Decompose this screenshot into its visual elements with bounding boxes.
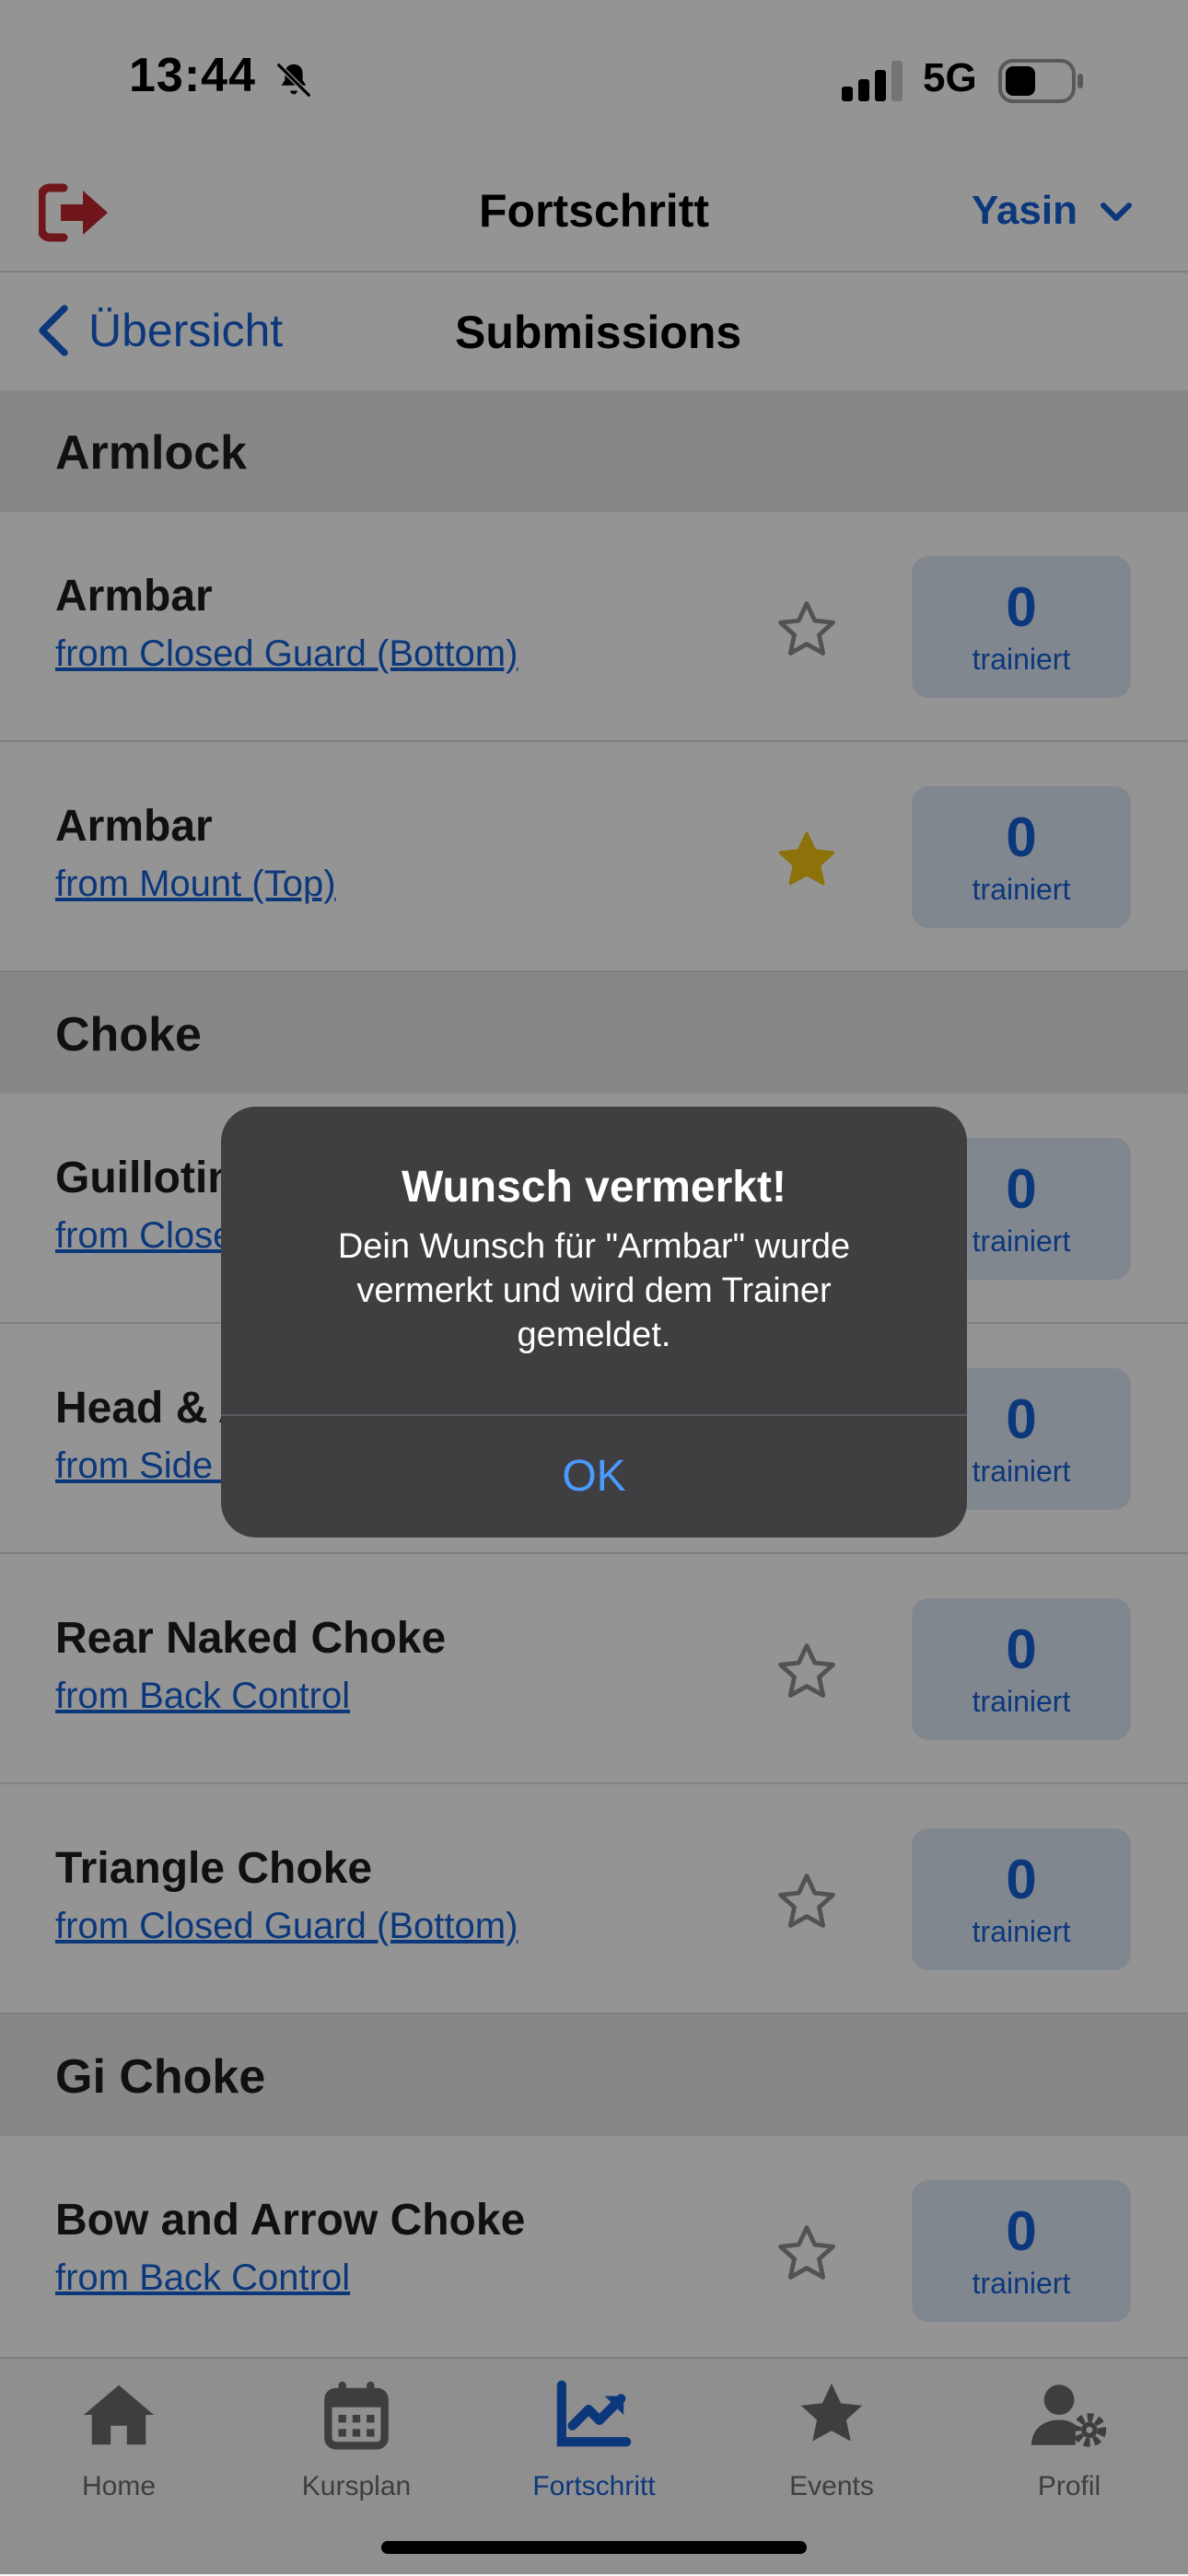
ok-button[interactable]: OK <box>221 1416 967 1537</box>
home-indicator <box>381 2541 807 2554</box>
alert-message: Dein Wunsch für "Armbar" wurde vermerkt … <box>337 1227 851 1354</box>
alert-title: Wunsch vermerkt! <box>402 1163 786 1212</box>
alert-dialog: Wunsch vermerkt! Dein Wunsch für "Armbar… <box>221 1107 967 1537</box>
